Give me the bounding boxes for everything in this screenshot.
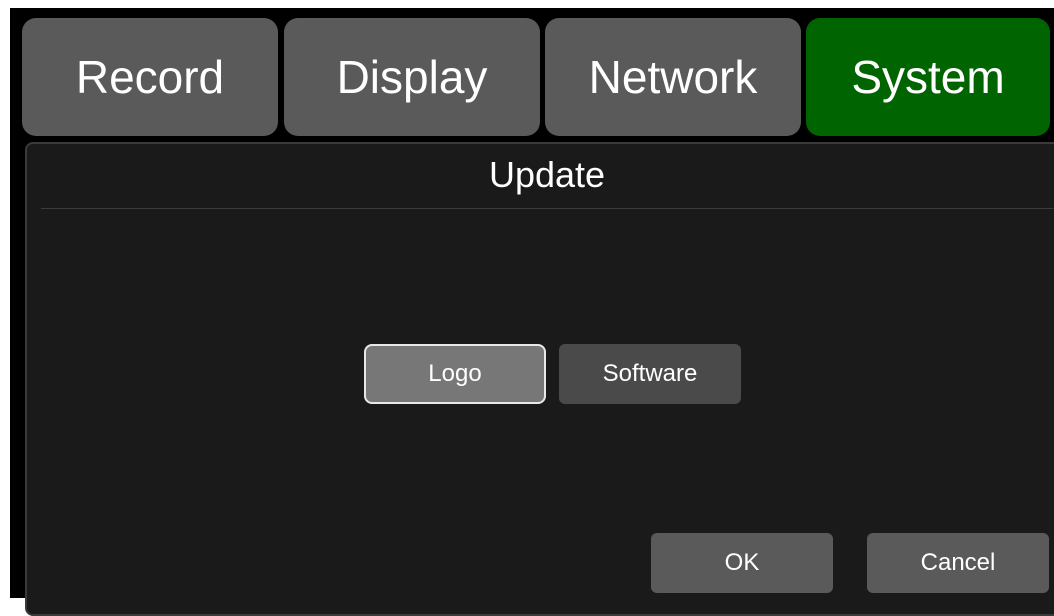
tab-display[interactable]: Display — [284, 18, 540, 136]
tab-network[interactable]: Network — [545, 18, 801, 136]
panel-title: Update — [488, 154, 606, 195]
title-divider — [41, 208, 1053, 209]
logo-option-button[interactable]: Logo — [364, 344, 546, 404]
update-panel: Update Logo Software OK Cancel — [25, 142, 1054, 616]
cancel-button[interactable]: Cancel — [867, 533, 1049, 593]
software-option-button[interactable]: Software — [559, 344, 741, 404]
tab-record[interactable]: Record — [22, 18, 278, 136]
device-screen: Record Display Network System Update Log… — [10, 8, 1054, 616]
tab-system[interactable]: System — [806, 18, 1050, 136]
ok-button[interactable]: OK — [651, 533, 833, 593]
